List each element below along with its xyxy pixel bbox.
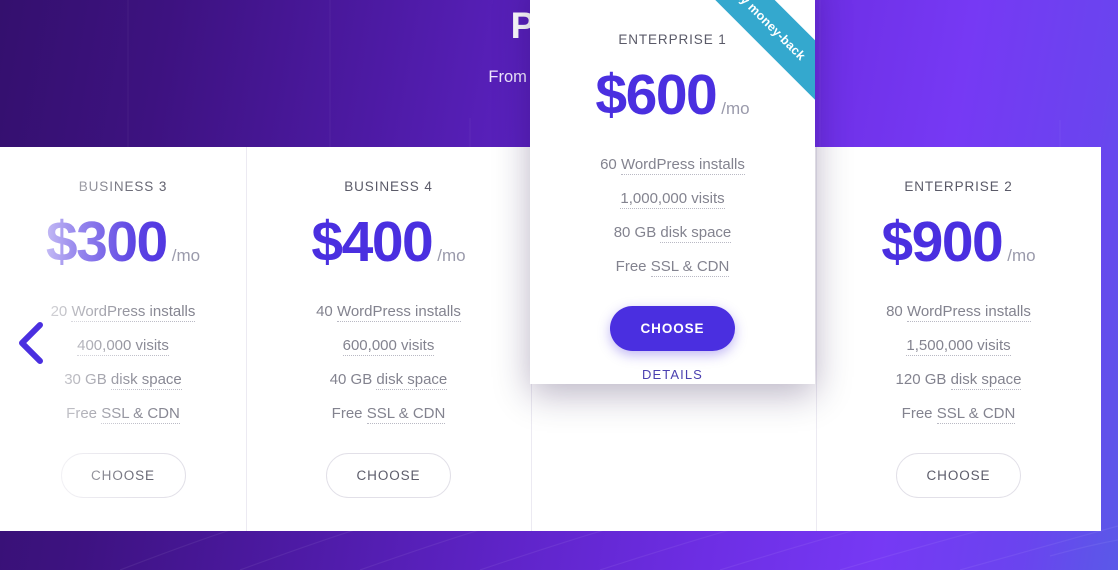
- plan-price-row: $300 /mo: [0, 211, 246, 273]
- feature-prefix: 30 GB: [64, 371, 111, 388]
- feature-hint[interactable]: disk space: [376, 371, 448, 390]
- feature-hint[interactable]: WordPress installs: [336, 303, 461, 322]
- list-item: 600,000 visits: [246, 329, 531, 363]
- feature-hint[interactable]: disk space: [110, 371, 182, 390]
- plan-card-enterprise-2[interactable]: ENTERPRISE 2 $900 /mo 80 WordPress insta…: [816, 147, 1101, 531]
- choose-button[interactable]: CHOOSE: [60, 453, 186, 498]
- feature-hint[interactable]: WordPress installs: [906, 303, 1031, 322]
- feature-hint[interactable]: WordPress installs: [71, 303, 196, 322]
- plan-price: $400: [311, 210, 433, 274]
- feature-prefix: 20: [50, 303, 72, 320]
- pricing-page: Plans From small to large BUSINESS 3 $30…: [0, 0, 1118, 570]
- plan-price: $900: [881, 210, 1003, 274]
- list-item: 120 GB disk space: [816, 363, 1101, 397]
- feature-hint[interactable]: SSL & CDN: [936, 405, 1016, 424]
- plan-period: /mo: [1007, 246, 1036, 265]
- feature-hint[interactable]: 1,000,000 visits: [620, 190, 725, 209]
- feature-prefix: 80 GB: [613, 224, 661, 241]
- choose-button[interactable]: CHOOSE: [326, 453, 451, 498]
- feature-prefix: Free: [331, 405, 367, 422]
- feature-prefix: 40 GB: [329, 371, 377, 388]
- list-item: 30 GB disk space: [0, 363, 246, 397]
- feature-hint[interactable]: SSL & CDN: [366, 405, 446, 424]
- plan-name: ENTERPRISE 2: [904, 179, 1013, 194]
- bottom-band: [0, 531, 1118, 570]
- plan-period: /mo: [721, 99, 750, 118]
- feature-hint[interactable]: 1,500,000 visits: [906, 337, 1011, 356]
- feature-hint[interactable]: SSL & CDN: [650, 258, 730, 277]
- list-item: Free SSL & CDN: [530, 250, 815, 284]
- feature-hint[interactable]: SSL & CDN: [101, 405, 180, 424]
- plan-price-row: $600 /mo: [530, 64, 815, 126]
- plan-features: 80 WordPress installs 1,500,000 visits 1…: [816, 295, 1101, 431]
- list-item: Free SSL & CDN: [816, 397, 1101, 431]
- feature-prefix: Free: [901, 405, 937, 422]
- list-item: 1,500,000 visits: [816, 329, 1101, 363]
- feature-prefix: Free: [66, 405, 102, 422]
- plan-price-row: $900 /mo: [816, 211, 1101, 273]
- feature-hint[interactable]: 600,000 visits: [342, 337, 435, 356]
- feature-prefix: 60: [600, 156, 621, 173]
- list-item: 80 GB disk space: [530, 216, 815, 250]
- details-link[interactable]: DETAILS: [530, 367, 815, 382]
- plan-features: 60 WordPress installs 1,000,000 visits 8…: [530, 148, 815, 284]
- plan-name: BUSINESS 4: [344, 179, 433, 194]
- plan-price: $300: [45, 210, 168, 274]
- list-item: 40 GB disk space: [246, 363, 531, 397]
- list-item: Free SSL & CDN: [246, 397, 531, 431]
- plan-price: $600: [595, 63, 717, 127]
- list-item: 40 WordPress installs: [246, 295, 531, 329]
- feature-prefix: 120 GB: [895, 371, 951, 388]
- feature-hint[interactable]: WordPress installs: [620, 156, 745, 175]
- list-item: 80 WordPress installs: [816, 295, 1101, 329]
- feature-prefix: 80: [886, 303, 907, 320]
- plan-card-enterprise-1-featured[interactable]: 30-day money-back ENTERPRISE 1 $600 /mo …: [530, 0, 815, 384]
- list-item: 1,000,000 visits: [530, 182, 815, 216]
- choose-button-primary[interactable]: CHOOSE: [610, 306, 735, 351]
- feature-hint[interactable]: 400,000 visits: [77, 337, 169, 356]
- plan-features: 40 WordPress installs 600,000 visits 40 …: [246, 295, 531, 431]
- plan-period: /mo: [437, 246, 466, 265]
- choose-button[interactable]: CHOOSE: [896, 453, 1021, 498]
- list-item: 60 WordPress installs: [530, 148, 815, 182]
- list-item: Free SSL & CDN: [0, 397, 246, 431]
- plan-period: /mo: [171, 246, 201, 265]
- plan-price-row: $400 /mo: [246, 211, 531, 273]
- plan-name: BUSINESS 3: [78, 179, 168, 194]
- feature-prefix: Free: [615, 258, 651, 275]
- carousel-prev-chevron-left-icon[interactable]: [14, 320, 48, 366]
- feature-prefix: 40: [316, 303, 337, 320]
- feature-hint[interactable]: disk space: [950, 371, 1022, 390]
- feature-hint[interactable]: disk space: [660, 224, 732, 243]
- plan-card-business-4[interactable]: BUSINESS 4 $400 /mo 40 WordPress install…: [246, 147, 531, 531]
